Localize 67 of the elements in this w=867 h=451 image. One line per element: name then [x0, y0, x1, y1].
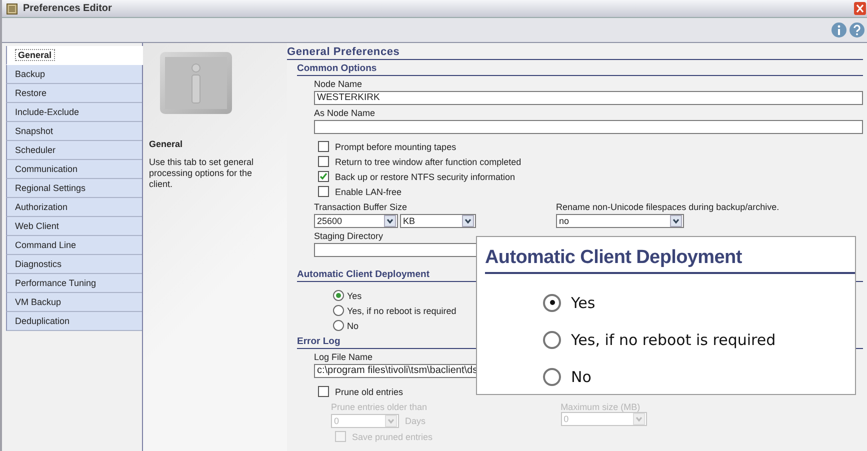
radio-button[interactable] [333, 320, 344, 331]
checkbox[interactable] [318, 156, 329, 167]
info-icon [158, 51, 233, 115]
dropdown[interactable]: 25600 [314, 214, 398, 228]
radio-label: No [571, 368, 592, 386]
field-label: Prune entries older than [331, 402, 428, 412]
field-label: Maximum size (MB) [560, 402, 642, 412]
radio-label: Yes [347, 290, 362, 300]
description-text: Use this tab to set general processing options for the client. [148, 157, 255, 190]
radio-button[interactable] [333, 305, 344, 316]
description-title: General [148, 139, 184, 149]
tab[interactable]: Performance Tuning [6, 274, 142, 293]
checkbox-label: Prompt before mounting tapes [335, 142, 456, 152]
tab[interactable]: VM Backup [6, 293, 142, 312]
tab[interactable]: Scheduler [6, 141, 142, 160]
checkbox[interactable] [318, 386, 329, 397]
radio-label: Yes, if no reboot is required [347, 306, 456, 316]
tab[interactable]: Authorization [6, 198, 142, 217]
tab[interactable]: General [6, 46, 143, 65]
tab[interactable]: Regional Settings [6, 179, 142, 198]
field-label: Staging Directory [314, 231, 384, 241]
tab[interactable]: Include-Exclude [6, 103, 142, 122]
unit-label: Days [405, 416, 426, 426]
checkbox[interactable] [318, 141, 329, 152]
input-field[interactable]: WESTERKIRK [314, 91, 863, 105]
field-label: Transaction Buffer Size [314, 202, 408, 212]
checkbox-label: Prune old entries [335, 386, 404, 396]
help-icon[interactable] [849, 22, 865, 38]
radio-button[interactable] [543, 294, 561, 312]
window-title: Preferences Editor [23, 3, 112, 14]
radio-button[interactable] [543, 368, 561, 386]
radio-label: No [347, 320, 359, 330]
tab[interactable]: Web Client [6, 217, 142, 236]
tab[interactable]: Communication [6, 160, 142, 179]
dropdown[interactable]: no [556, 214, 684, 228]
callout-heading: Automatic Client Deployment [485, 247, 855, 274]
checkbox-label: Return to tree window after function completed [335, 156, 522, 166]
checkbox-label: Enable LAN-free [335, 186, 402, 196]
field-label: Node Name [314, 79, 364, 89]
tab[interactable]: Diagnostics [6, 255, 142, 274]
checkbox-label: Back up or restore NTFS security information [335, 172, 516, 182]
app-icon [6, 2, 18, 14]
radio-button[interactable] [333, 290, 344, 301]
radio-label: Yes [571, 294, 596, 312]
section-heading: General Preferences [287, 46, 863, 60]
dropdown[interactable]: KB [400, 214, 476, 228]
caret-icon[interactable] [671, 216, 681, 226]
info-icon[interactable] [831, 22, 847, 38]
tab[interactable]: Backup [6, 65, 142, 84]
caret-icon[interactable] [385, 216, 395, 226]
checkbox[interactable] [318, 171, 329, 182]
radio-button[interactable] [543, 330, 561, 348]
field-label: Rename non-Unicode filespaces during backup/archive. [556, 202, 780, 212]
tab[interactable]: Snapshot [6, 122, 142, 141]
input-field[interactable] [314, 120, 863, 134]
field-label: Log File Name [314, 352, 374, 362]
input-field[interactable] [314, 243, 478, 257]
tab[interactable]: Deduplication [6, 312, 142, 331]
section-heading: Common Options [297, 63, 863, 76]
tab[interactable]: Command Line [6, 236, 142, 255]
checkbox[interactable] [318, 186, 329, 197]
caret-icon[interactable] [463, 216, 473, 226]
tab[interactable]: Restore [6, 84, 142, 103]
field-label: As Node Name [314, 108, 376, 118]
checkbox-label: Save pruned entries [352, 432, 433, 442]
close-icon[interactable] [854, 2, 866, 15]
input-field[interactable]: c:\program files\tivoli\tsm\baclient\ds [314, 364, 478, 378]
